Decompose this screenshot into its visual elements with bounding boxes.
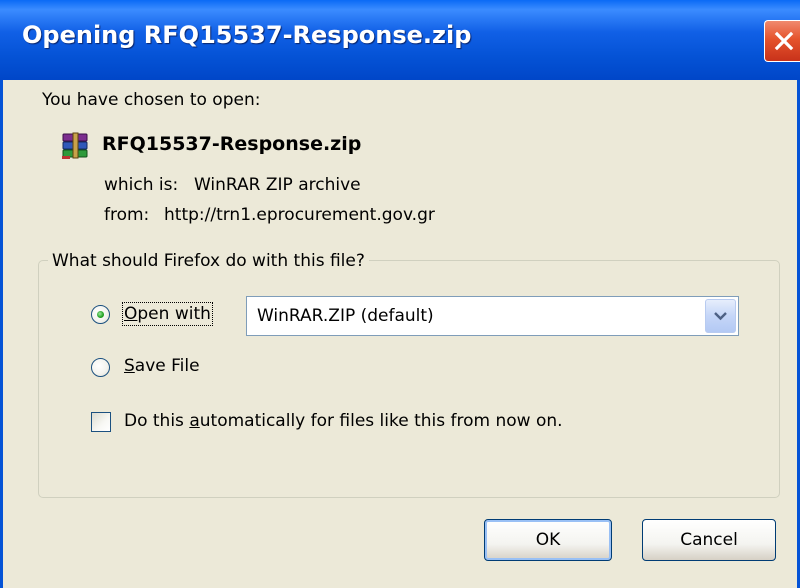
- chevron-down-icon: [714, 312, 727, 321]
- title-bar[interactable]: Opening RFQ15537-Response.zip: [0, 0, 800, 80]
- file-type-value: WinRAR ZIP archive: [194, 175, 361, 195]
- close-icon: [774, 31, 794, 51]
- window-title: Opening RFQ15537-Response.zip: [22, 21, 472, 49]
- open-with-label[interactable]: Open with: [122, 302, 213, 326]
- file-source-value: http://trn1.eprocurement.gov.gr: [164, 205, 435, 225]
- action-groupbox-legend: What should Firefox do with this file?: [48, 251, 369, 271]
- close-button[interactable]: [764, 20, 800, 62]
- winrar-archive-icon: [62, 132, 88, 159]
- file-name: RFQ15537-Response.zip: [102, 133, 362, 155]
- save-file-label[interactable]: Save File: [124, 356, 200, 376]
- open-with-radio[interactable]: [91, 305, 110, 324]
- window-frame-left: [0, 80, 3, 588]
- ok-button[interactable]: OK: [484, 519, 612, 561]
- auto-action-label[interactable]: Do this automatically for files like thi…: [124, 411, 563, 431]
- file-type-label: which is:: [104, 175, 179, 195]
- auto-action-checkbox[interactable]: [91, 412, 111, 432]
- download-dialog: Opening RFQ15537-Response.zip You have c…: [0, 0, 800, 588]
- open-with-app-select[interactable]: WinRAR.ZIP (default): [246, 296, 739, 336]
- radio-selected-dot: [97, 311, 104, 318]
- save-file-radio[interactable]: [91, 358, 110, 377]
- open-with-app-value: WinRAR.ZIP (default): [257, 306, 434, 326]
- dropdown-button[interactable]: [705, 299, 736, 333]
- open-with-label-rest: pen with: [137, 304, 211, 324]
- cancel-button[interactable]: Cancel: [642, 519, 776, 561]
- file-source-label: from:: [104, 205, 150, 225]
- intro-text: You have chosen to open:: [42, 90, 261, 110]
